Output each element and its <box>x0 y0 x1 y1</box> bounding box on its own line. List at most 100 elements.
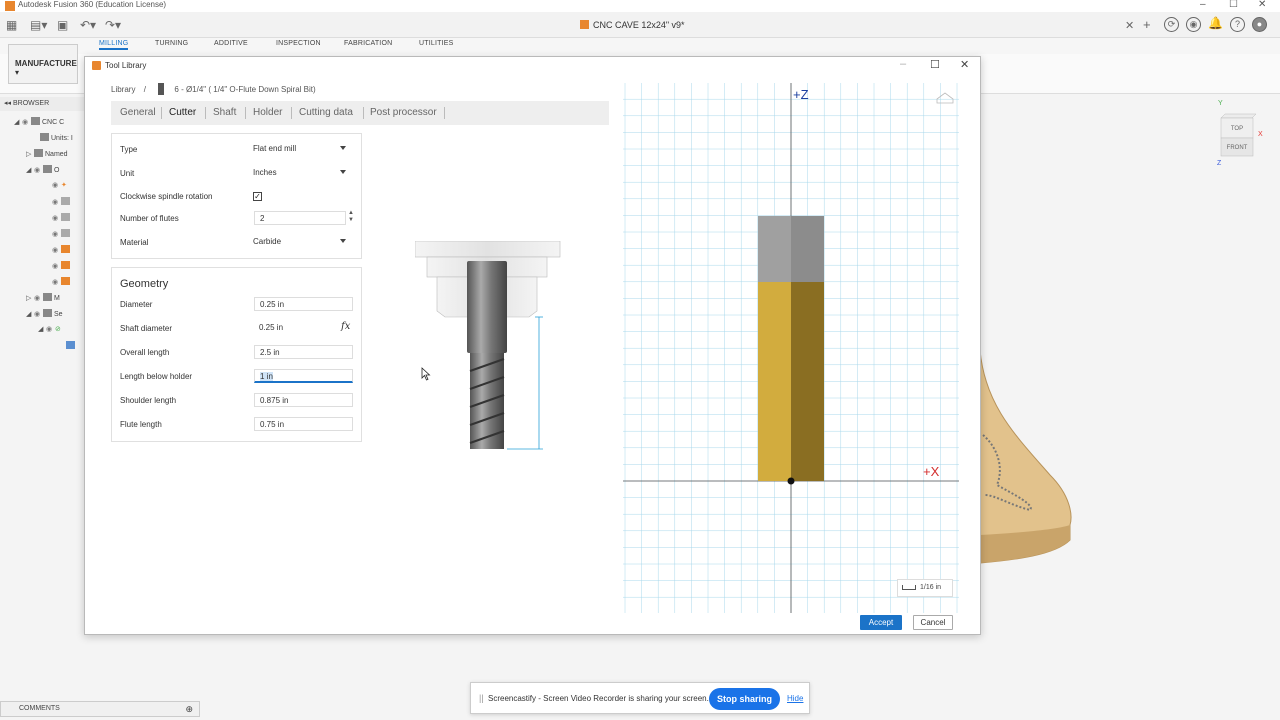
shaft-diameter-value: 0.25 in <box>259 323 284 332</box>
tab-post-processor[interactable]: Post processor <box>370 107 437 118</box>
flutes-input[interactable]: 2 <box>254 211 346 225</box>
tree-operation[interactable] <box>66 341 77 353</box>
type-value: Flat end mill <box>253 144 297 153</box>
comments-panel[interactable]: COMMENTS ⊕ <box>0 701 200 717</box>
type-select[interactable]: Flat end mill <box>248 142 352 156</box>
component-icon <box>31 117 40 125</box>
cancel-button[interactable]: Cancel <box>913 615 953 630</box>
tree-axis[interactable]: ◉ <box>52 277 72 289</box>
tab-fabrication[interactable]: FABRICATION <box>344 40 392 47</box>
shoulder-length-input[interactable]: 0.875 in <box>254 393 353 407</box>
breadcrumb: Library / 6 - Ø1/4" ( 1/4" O-Flute Down … <box>111 83 316 95</box>
job-status-icon[interactable]: ⟳ <box>1164 17 1179 32</box>
tab-holder[interactable]: Holder <box>253 107 282 118</box>
models-icon <box>43 293 52 301</box>
diameter-input[interactable]: 0.25 in <box>254 297 353 311</box>
user-avatar[interactable]: ● <box>1252 17 1267 32</box>
accept-button[interactable]: Accept <box>860 615 902 630</box>
unit-select[interactable]: Inches <box>248 166 352 180</box>
visibility-eye-icon[interactable]: ◉ <box>34 166 43 174</box>
close-icon[interactable]: ✕ <box>1258 0 1266 10</box>
dialog-close-icon[interactable]: ✕ <box>960 58 969 71</box>
maximize-icon[interactable]: ☐ <box>1229 0 1238 10</box>
dialog-minimize-icon[interactable]: – <box>900 58 906 70</box>
help-icon[interactable]: ? <box>1230 17 1245 32</box>
app-grid-icon[interactable]: ▦ <box>6 18 17 32</box>
overall-length-value: 2.5 in <box>260 348 280 357</box>
minimize-icon[interactable]: – <box>1200 0 1206 10</box>
add-comment-icon[interactable]: ⊕ <box>185 704 193 715</box>
share-message: Screencastify - Screen Video Recorder is… <box>488 694 709 703</box>
dialog-title-bar[interactable]: Tool Library – ☐ ✕ <box>85 57 980 75</box>
undo-icon[interactable]: ↶▾ <box>80 18 96 32</box>
fx-icon[interactable]: fx <box>341 321 350 332</box>
browser-header[interactable]: ◂◂ BROWSER <box>0 97 84 111</box>
redo-icon[interactable]: ↷▾ <box>105 18 121 32</box>
material-select[interactable]: Carbide <box>248 235 352 249</box>
operation-icon <box>66 341 75 349</box>
tab-inspection[interactable]: INSPECTION <box>276 40 321 47</box>
tab-cutter[interactable]: Cutter <box>169 107 196 118</box>
tab-general[interactable]: General <box>120 107 156 118</box>
tree-plane[interactable]: ◉ <box>52 213 72 225</box>
tree-origin-point[interactable]: ◉ ✦ <box>52 181 67 193</box>
material-label: Material <box>120 238 149 247</box>
tool-library-icon <box>92 61 101 70</box>
workspace-switcher-button[interactable]: MANUFACTURE ▾ <box>8 44 78 84</box>
chevron-down-icon <box>340 170 346 174</box>
drag-handle-icon[interactable]: || <box>479 693 484 703</box>
workpiece-model[interactable] <box>975 345 1075 565</box>
stop-sharing-button[interactable]: Stop sharing <box>709 688 780 710</box>
hide-link[interactable]: Hide <box>787 694 803 703</box>
length-below-holder-label: Length below holder <box>120 372 193 381</box>
units-label: Units: I <box>51 135 73 142</box>
comments-label: COMMENTS <box>19 705 60 712</box>
tree-models[interactable]: ▷ ◉ M <box>26 293 60 305</box>
length-below-holder-input[interactable]: 1 in <box>254 369 353 383</box>
tab-utilities[interactable]: UTILITIES <box>419 40 453 47</box>
file-menu-icon[interactable]: ▤▾ <box>30 18 47 32</box>
shaft-diameter-input[interactable]: 0.25 in <box>254 321 339 335</box>
tree-origin[interactable]: ◢ ◉ O <box>26 165 59 177</box>
breadcrumb-library[interactable]: Library <box>111 85 135 94</box>
fusion-logo-icon <box>5 1 15 11</box>
overall-length-label: Overall length <box>120 348 170 357</box>
dialog-maximize-icon[interactable]: ☐ <box>930 58 940 71</box>
shaft-diameter-label: Shaft diameter <box>120 324 173 333</box>
flutes-stepper-icon[interactable]: ▲ ▼ <box>348 210 354 224</box>
notifications-bell-icon[interactable]: 🔔 <box>1208 17 1223 32</box>
tab-milling[interactable]: MILLING <box>99 40 129 50</box>
tree-setup[interactable]: ◢ ◉ ⊘ <box>38 325 61 337</box>
setup-ok-icon: ⊘ <box>55 326 61 333</box>
app-title-bar: Autodesk Fusion 360 (Education License) … <box>0 0 1280 12</box>
tree-setups[interactable]: ◢ ◉ Se <box>26 309 63 321</box>
overall-length-input[interactable]: 2.5 in <box>254 345 353 359</box>
save-icon[interactable]: ▣ <box>57 18 68 32</box>
grid-scale-badge: 1/16 in <box>897 579 953 597</box>
tree-plane[interactable]: ◉ <box>52 229 72 241</box>
new-tab-plus-icon[interactable]: + <box>1143 17 1151 32</box>
plane-icon <box>61 197 70 205</box>
close-document-icon[interactable]: ✕ <box>1125 19 1134 32</box>
clockwise-checkbox[interactable]: ✓ <box>253 192 262 201</box>
named-views-label: Named <box>45 151 68 158</box>
tab-additive[interactable]: ADDITIVE <box>214 40 248 47</box>
flute-length-input[interactable]: 0.75 in <box>254 417 353 431</box>
tree-units[interactable]: Units: I <box>40 133 73 145</box>
tree-named-views[interactable]: ▷ Named <box>26 149 68 161</box>
shoulder-length-label: Shoulder length <box>120 396 177 405</box>
tree-root[interactable]: ◢ ◉ CNC C <box>14 117 64 129</box>
tab-cutting-data[interactable]: Cutting data <box>299 107 353 118</box>
view-cube[interactable]: TOP FRONT <box>1218 112 1258 158</box>
data-panel-icon[interactable]: ◉ <box>1186 17 1201 32</box>
tab-turning[interactable]: TURNING <box>155 40 188 47</box>
axis-z-label: Z <box>1217 160 1222 167</box>
visibility-eye-icon[interactable]: ◉ <box>22 118 31 126</box>
tree-plane[interactable]: ◉ <box>52 197 72 209</box>
tree-axis[interactable]: ◉ <box>52 245 72 257</box>
document-tab[interactable]: CNC CAVE 12x24" v9* <box>580 20 685 30</box>
tab-shaft[interactable]: Shaft <box>213 107 236 118</box>
shoulder-length-value: 0.875 in <box>260 396 289 405</box>
tool-shank <box>467 261 507 353</box>
tree-axis[interactable]: ◉ <box>52 261 72 273</box>
